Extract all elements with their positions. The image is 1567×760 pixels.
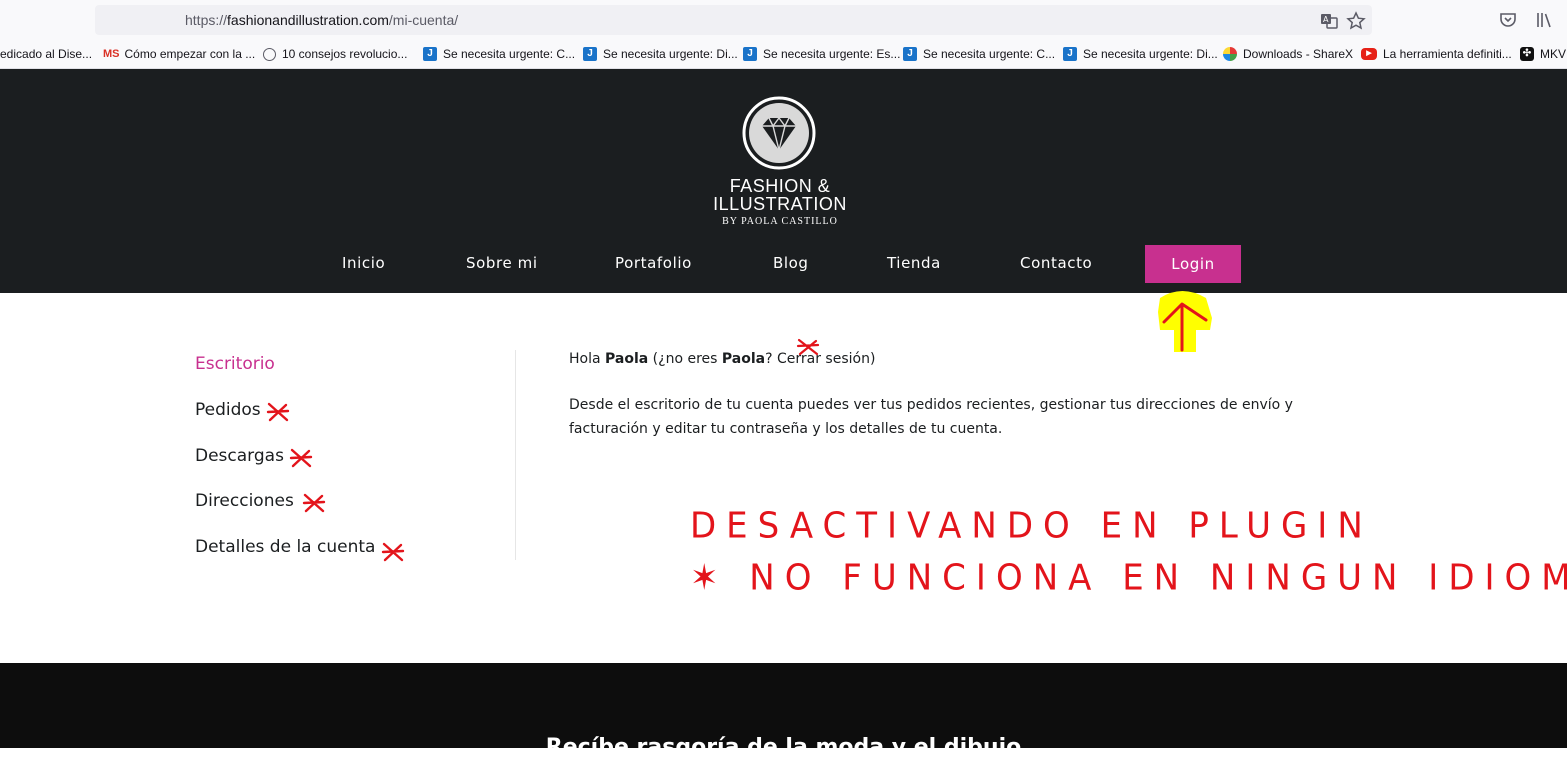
account-nav-direcciones[interactable]: Direcciones: [195, 491, 294, 511]
mkv-icon: ✣: [1520, 47, 1534, 61]
nav-item-portafolio[interactable]: Portafolio: [615, 254, 692, 272]
library-icon[interactable]: [1534, 10, 1554, 30]
logout-link[interactable]: Cerrar sesión: [777, 351, 870, 367]
annotation-text: ✶ NO FUNCIONA EN NINGUN IDIOMA: [690, 557, 1567, 599]
site-header: FASHION & ILLUSTRATION BY PAOLA CASTILLO…: [0, 69, 1567, 293]
account-divider: [515, 350, 516, 560]
ms-icon: MS: [103, 48, 120, 60]
globe-icon: [263, 47, 276, 61]
svg-text:A: A: [1323, 15, 1329, 24]
nav-item-tienda[interactable]: Tienda: [887, 254, 941, 272]
red-asterisk-annotation: [289, 448, 313, 468]
logo-title: FASHION &: [729, 176, 831, 196]
login-button[interactable]: Login: [1145, 245, 1241, 283]
red-asterisk-annotation: [266, 402, 290, 422]
bookmark-item[interactable]: J Se necesita urgente: Es...: [743, 46, 900, 62]
pocket-icon[interactable]: [1498, 10, 1518, 30]
job-site-icon: J: [903, 47, 917, 61]
youtube-icon: ▶: [1361, 48, 1377, 60]
logo-subtitle: BY PAOLA CASTILLO: [722, 216, 838, 227]
bookmark-item[interactable]: J Se necesita urgente: C...: [423, 46, 575, 62]
bookmark-item[interactable]: edicado al Dise...: [0, 46, 92, 62]
bookmarks-bar: edicado al Dise... MS Cómo empezar con la…: [0, 40, 1567, 69]
diamond-logo-icon[interactable]: [742, 96, 816, 170]
bookmark-item[interactable]: ✣ MKV: [1520, 46, 1566, 62]
job-site-icon: J: [743, 47, 757, 61]
nav-item-inicio[interactable]: Inicio: [342, 254, 385, 272]
bookmark-item[interactable]: J Se necesita urgente: Di...: [1063, 46, 1218, 62]
browser-toolbar: https://fashionandillustration.com/mi-cu…: [0, 0, 1567, 40]
username: Paola: [721, 351, 766, 367]
logo-title: ILLUSTRATION: [713, 194, 847, 214]
nav-item-blog[interactable]: Blog: [773, 254, 809, 272]
site-footer: Recíbe rasgoría de la moda y el dibujo: [0, 663, 1567, 760]
username: Paola: [605, 351, 649, 367]
highlighted-arrow-annotation: [1158, 291, 1212, 352]
url-bar[interactable]: https://fashionandillustration.com/mi-cu…: [95, 5, 1372, 35]
red-asterisk-annotation: [302, 493, 326, 513]
job-site-icon: J: [1063, 47, 1077, 61]
bookmark-item[interactable]: J Se necesita urgente: C...: [903, 46, 1055, 62]
red-asterisk-annotation: [381, 542, 405, 562]
nav-item-sobre-mi[interactable]: Sobre mi: [466, 254, 538, 272]
bookmark-item[interactable]: MS Cómo empezar con la ...: [103, 46, 255, 62]
annotation-text: DESACTIVANDO EN PLUGIN: [690, 505, 1373, 547]
account-nav-descargas[interactable]: Descargas: [195, 446, 284, 466]
bookmark-item[interactable]: J Se necesita urgente: Di...: [583, 46, 738, 62]
account-greeting: Hola Paola (¿no eres Paola? Cerrar sesió…: [569, 351, 876, 367]
dashboard-description: Desde el escritorio de tu cuenta puedes …: [569, 397, 1293, 437]
bookmark-item[interactable]: 10 consejos revolucio...: [263, 46, 407, 62]
nav-item-contacto[interactable]: Contacto: [1020, 254, 1092, 272]
job-site-icon: J: [583, 47, 597, 61]
account-nav-escritorio[interactable]: Escritorio: [195, 354, 275, 374]
sharex-icon: [1223, 47, 1237, 61]
translate-icon[interactable]: A: [1319, 11, 1339, 31]
bookmark-item[interactable]: ▶ La herramienta definiti...: [1361, 46, 1512, 62]
job-site-icon: J: [423, 47, 437, 61]
account-nav-detalles[interactable]: Detalles de la cuenta: [195, 537, 375, 557]
star-icon[interactable]: [1346, 11, 1366, 31]
url-text[interactable]: https://fashionandillustration.com/mi-cu…: [185, 12, 458, 28]
account-nav-pedidos[interactable]: Pedidos: [195, 400, 261, 420]
bookmark-item[interactable]: Downloads - ShareX: [1223, 46, 1353, 62]
